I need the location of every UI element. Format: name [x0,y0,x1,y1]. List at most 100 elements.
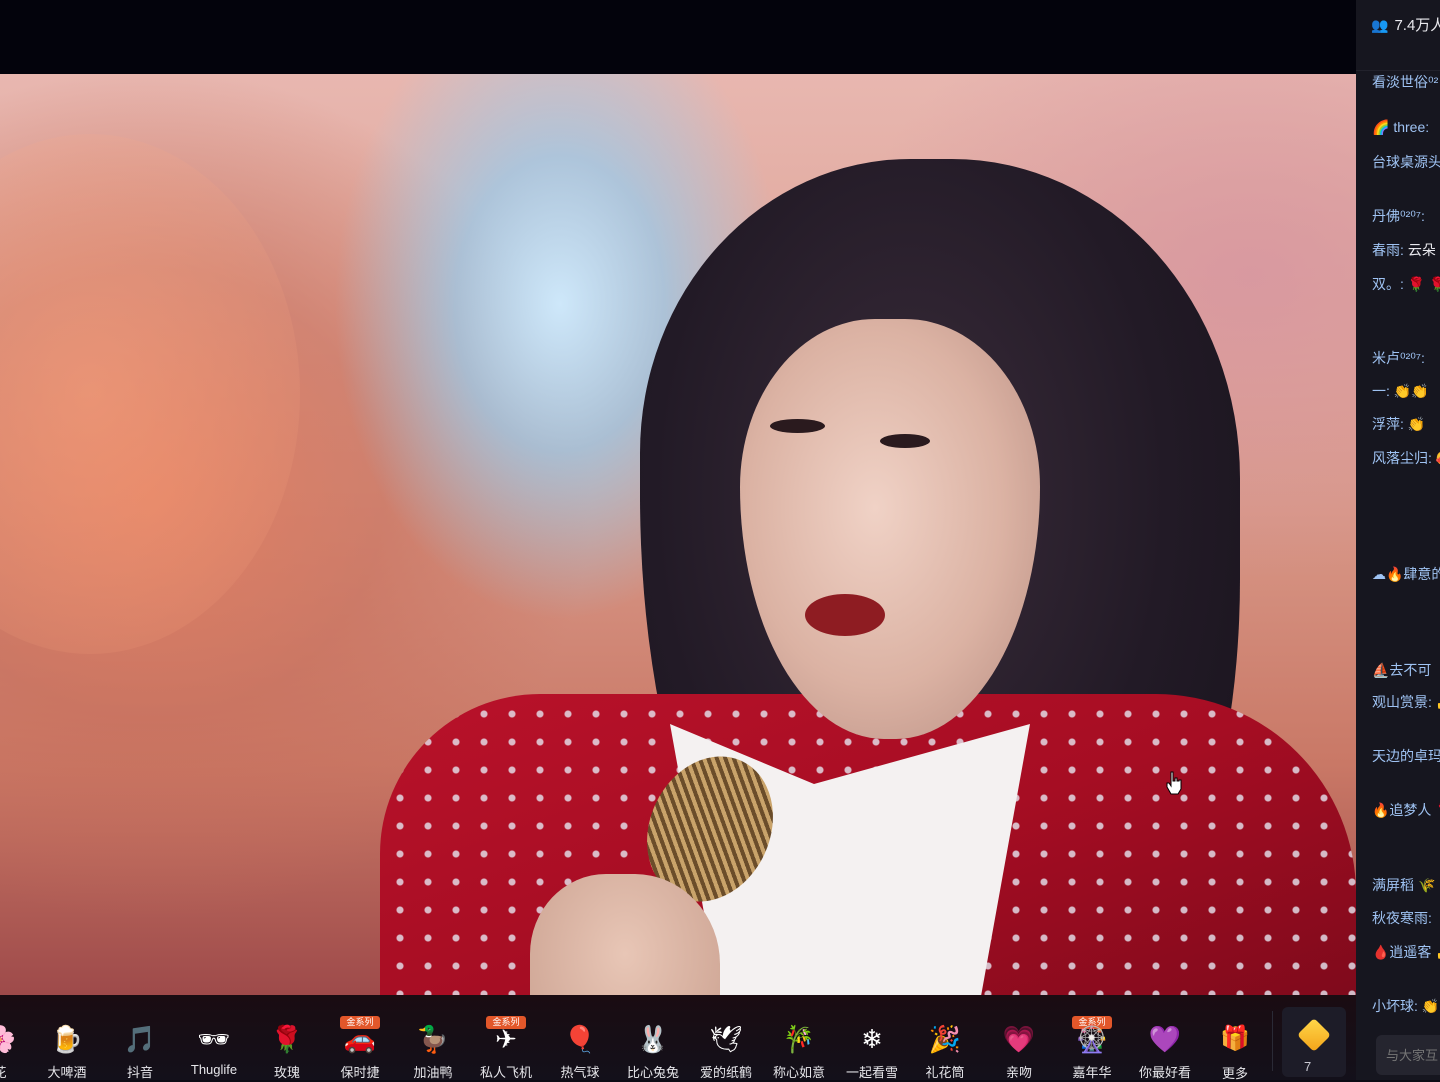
chat-message: 台球桌源头👍 [1372,152,1440,172]
chat-username[interactable]: 🩸逍遥客 [1372,944,1431,960]
chat-username[interactable]: 天边的卓玛 [1372,748,1440,764]
singer-eye [770,419,825,433]
chat-username[interactable]: 小坏球: [1372,998,1418,1014]
gift-item[interactable]: 💜 你最好看 [1130,1007,1200,1080]
people-icon: 👥 [1371,17,1389,33]
gift-item[interactable]: 🦆 加油鸭 [398,1007,468,1080]
gift-item[interactable]: 🎈 热气球 [545,1007,615,1080]
chat-username[interactable]: 风落尘归: [1372,450,1432,466]
gift-label: 亲吻 [1005,1065,1032,1080]
gift-item[interactable]: 金系列 🎡 嘉年华 [1057,1007,1127,1080]
chat-content: 🌹 🌹🌹🌹 🌹🌹🌹 [1407,276,1440,292]
chat-message: ☁🔥肆意的❤ 云朵云 云朵❤❤ ❤ 云朵云 [1372,564,1440,584]
chat-message: 米卢⁰²⁰⁷: [1372,348,1440,368]
gift-item[interactable]: 🕊 爱的纸鹤 [691,1007,761,1080]
chat-message: ⛵去不可 [1372,660,1440,680]
gift-item[interactable]: 💗 亲吻 [984,1007,1054,1080]
viewer-count[interactable]: 👥 7.4万人 [1371,14,1440,35]
diamond-icon [1297,1018,1331,1052]
stage-light [0,134,300,654]
gift-label: 一起看雪 [845,1065,898,1080]
chat-message: 一: 👏👏 [1372,381,1440,401]
divider [1356,70,1440,71]
gift-label: 热气球 [560,1065,600,1080]
gift-icon: 🚗 [343,1024,377,1054]
live-video-player[interactable] [0,74,1356,995]
gift-icon: 🎈 [563,1024,597,1054]
gift-list: 🌸花 🍺 大啤酒 🎵抖音 🕶 Thuglife 🌹玫瑰金系列🚗保时捷🦆加油鸭金系列✈私人飞机… [0,995,1272,1080]
gift-icon: 🍺 [50,1024,84,1054]
chat-content: 👍👍 [1436,694,1440,710]
gift-item[interactable]: 🍺 大啤酒 [32,1007,102,1080]
gift-label: 抖音 [126,1065,153,1080]
chat-message: 秋夜寒雨: [1372,908,1440,928]
chat-message: 看淡世俗⁰² [1372,72,1440,92]
chat-message: 观山赏景:👍👍 [1372,692,1440,712]
gift-item[interactable]: 🌸花 [0,1007,35,1080]
singer-eye [880,434,930,448]
chat-username[interactable]: 双。: [1372,276,1404,292]
gift-item[interactable]: ❄ 一起看雪 [837,1007,907,1080]
chat-message: 满屏稻 🌾 [1372,875,1440,895]
gift-label: 花 [0,1062,35,1081]
chat-username[interactable]: 一: [1372,383,1390,399]
gift-box-icon: 🎁 [1220,1025,1250,1052]
hand-cursor-icon [1166,771,1182,795]
chat-username[interactable]: 米卢⁰²⁰⁷: [1372,350,1425,366]
gift-item[interactable]: 金系列 🚗 保时捷 [325,1007,395,1080]
viewer-count-value: 7.4万人 [1394,17,1440,34]
chat-content: 👏 [1407,416,1426,432]
gift-item[interactable]: 🌹 玫瑰 [252,1007,322,1080]
chat-username[interactable]: 秋夜寒雨: [1372,910,1432,926]
gift-label: 你最好看 [1138,1065,1191,1080]
chat-message: 天边的卓玛👏👏👏 [1372,746,1440,766]
chat-username[interactable]: 满屏稻 [1372,877,1414,893]
gift-item[interactable]: 🐰 比心兔兔 [618,1007,688,1080]
gift-icon: ❄ [861,1024,883,1054]
gift-icon: 💜 [1148,1024,1182,1054]
gift-icon: 🎡 [1075,1024,1109,1054]
gift-label: 大啤酒 [47,1065,87,1080]
chat-message: 浮萍: 👏 [1372,414,1440,434]
chat-message: 双。:🌹 🌹🌹🌹 🌹🌹🌹 [1372,274,1440,294]
gift-label: 嘉年华 [1072,1065,1112,1080]
chat-username[interactable]: 看淡世俗⁰² [1372,74,1438,90]
diamond-count: 7 [1304,1059,1312,1074]
chat-message: 丹佛⁰²⁰⁷: [1372,206,1440,226]
chat-content: 🥰🥰🥰 🥰🥰🥰 🌹🌹🌹 🌹 [1436,450,1440,466]
gift-item[interactable]: 🎉 礼花筒 [910,1007,980,1080]
gift-icon: 🕶 [197,1024,231,1054]
gift-label: 比心兔兔 [626,1065,679,1080]
video-top-bar [0,0,1356,74]
chat-message: 🩸逍遥客👍 [1372,942,1440,962]
chat-content: 👏👏 [1393,383,1429,399]
gift-label: Thuglife [190,1062,238,1077]
chat-username[interactable]: ⛵去不可 [1372,662,1431,678]
gift-icon: 🎉 [928,1024,962,1054]
chat-content: 🌾 [1418,877,1436,893]
gift-item[interactable]: 🎋 称心如意 [764,1007,834,1080]
chat-username[interactable]: 台球桌源头 [1372,154,1440,170]
chat-username[interactable]: 丹佛⁰²⁰⁷: [1372,208,1425,224]
gift-label: 加油鸭 [413,1065,453,1080]
chat-username[interactable]: 春雨: [1372,242,1404,258]
gift-icon: 💗 [1002,1024,1036,1054]
chat-username[interactable]: 观山赏景: [1372,694,1432,710]
gift-item[interactable]: 金系列 ✈ 私人飞机 [471,1007,541,1080]
chat-content: 👍 [1435,944,1440,960]
gift-item[interactable]: 🕶 Thuglife [179,1007,249,1077]
chat-message: 风落尘归: 🥰🥰🥰 🥰🥰🥰 🌹🌹🌹 🌹 [1372,448,1440,468]
recharge-button[interactable]: 7 [1282,1007,1346,1077]
gift-item[interactable]: 🎵 抖音 [105,1007,175,1080]
chat-username[interactable]: 🌈 three: [1372,119,1429,135]
gift-label: 私人飞机 [479,1065,532,1080]
chat-username[interactable]: 浮萍: [1372,416,1404,432]
more-gifts-button[interactable]: 🎁 更多 [1205,1007,1265,1081]
chat-input[interactable] [1376,1035,1440,1075]
gift-label: 玫瑰 [273,1065,300,1080]
chat-username[interactable]: ☁🔥肆意的 [1372,566,1440,582]
chat-username[interactable]: 🔥追梦人 [1372,802,1431,818]
gift-divider [1272,1011,1273,1071]
gift-label: 称心如意 [772,1065,825,1080]
chat-message: 小坏球: 👏 [1372,996,1440,1016]
